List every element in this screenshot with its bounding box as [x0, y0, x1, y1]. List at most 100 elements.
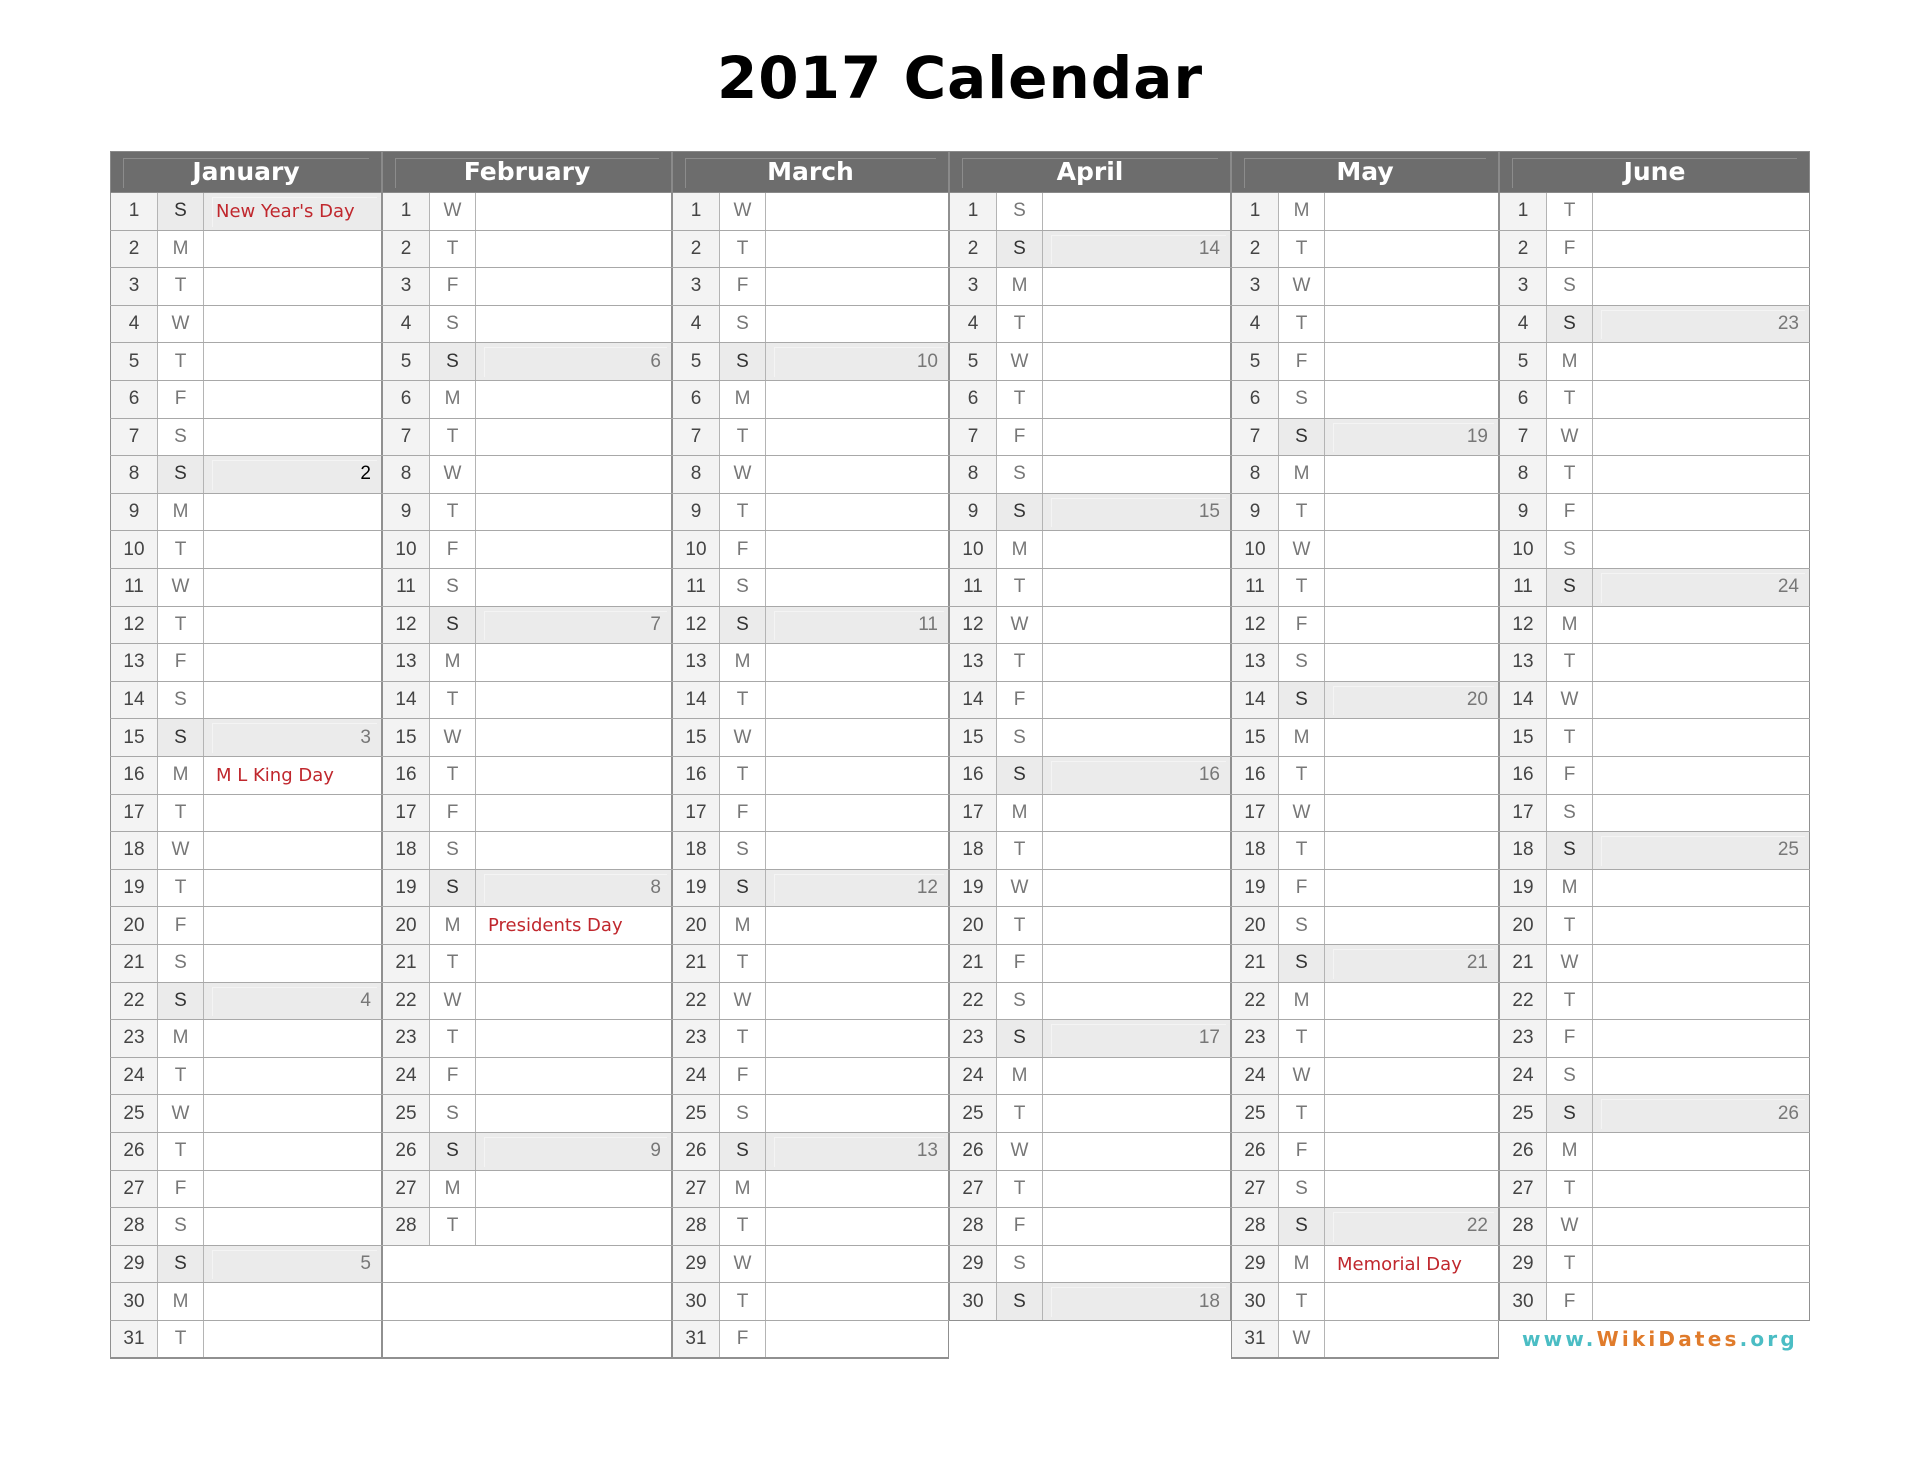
day-row[interactable]: 19 S 8	[382, 869, 672, 908]
day-note[interactable]	[476, 681, 672, 719]
day-row[interactable]: 15 W	[382, 719, 672, 757]
day-row[interactable]: 8M	[1231, 456, 1499, 494]
day-row[interactable]: 24 F	[382, 1057, 672, 1096]
day-note[interactable]	[1593, 869, 1810, 907]
day-note[interactable]: 12	[766, 869, 949, 907]
day-note[interactable]	[766, 794, 949, 832]
day-note[interactable]	[1325, 869, 1499, 907]
day-note[interactable]	[476, 982, 672, 1020]
day-note[interactable]	[766, 1057, 949, 1095]
day-note[interactable]	[1593, 794, 1810, 832]
day-note[interactable]	[766, 945, 949, 982]
day-note[interactable]	[476, 569, 672, 606]
day-row[interactable]: 6M	[382, 381, 672, 419]
day-row[interactable]: 16 F	[1499, 757, 1810, 795]
day-row[interactable]: 10 T	[110, 531, 382, 569]
day-note[interactable]	[1043, 1095, 1231, 1132]
day-note[interactable]	[204, 230, 382, 268]
day-note[interactable]	[476, 193, 672, 230]
day-note[interactable]	[1043, 832, 1231, 869]
day-row[interactable]: 8W	[672, 456, 949, 494]
day-note[interactable]	[1043, 268, 1231, 305]
day-row[interactable]: 30 M	[110, 1283, 382, 1321]
day-row[interactable]: 9T	[672, 493, 949, 532]
day-note[interactable]	[1593, 719, 1810, 756]
day-note[interactable]	[1593, 531, 1810, 568]
day-note[interactable]	[766, 982, 949, 1020]
day-note[interactable]: 21	[1325, 945, 1499, 982]
day-row[interactable]: 24 F	[672, 1057, 949, 1096]
day-note[interactable]	[1325, 606, 1499, 644]
day-note[interactable]	[204, 1057, 382, 1095]
day-row[interactable]: 5T	[110, 343, 382, 381]
day-row[interactable]: 22 S 4	[110, 982, 382, 1021]
day-row[interactable]: 9M	[110, 493, 382, 532]
day-note[interactable]	[1043, 1245, 1231, 1283]
day-note[interactable]: 13	[766, 1133, 949, 1170]
day-row[interactable]: 23 F	[1499, 1020, 1810, 1058]
day-row[interactable]: 11 W	[110, 569, 382, 607]
day-note[interactable]	[766, 569, 949, 606]
day-note[interactable]	[766, 493, 949, 531]
day-row[interactable]: 20 F	[110, 907, 382, 945]
day-row[interactable]: 15 S 3	[110, 719, 382, 757]
day-note[interactable]	[476, 794, 672, 832]
day-row[interactable]: 3S	[1499, 268, 1810, 306]
day-note[interactable]	[1325, 757, 1499, 794]
day-row[interactable]: 5M	[1499, 343, 1810, 381]
day-note[interactable]	[1043, 606, 1231, 644]
day-note[interactable]	[1325, 832, 1499, 869]
day-note[interactable]	[1325, 794, 1499, 832]
day-note[interactable]: 15	[1043, 493, 1231, 531]
day-row[interactable]: 14 F	[949, 681, 1231, 720]
day-row[interactable]: 11 T	[949, 569, 1231, 607]
day-row[interactable]: 12 S 7	[382, 606, 672, 645]
day-row[interactable]: 21 S	[110, 945, 382, 983]
day-row[interactable]: 3M	[949, 268, 1231, 306]
day-note[interactable]: 7	[476, 606, 672, 644]
day-row[interactable]: 27 M	[672, 1170, 949, 1209]
day-row[interactable]: 12 T	[110, 606, 382, 645]
day-note[interactable]	[476, 945, 672, 982]
day-row[interactable]: 12 F	[1231, 606, 1499, 645]
day-note[interactable]	[1593, 945, 1810, 982]
day-note[interactable]	[1325, 193, 1499, 230]
day-note[interactable]	[766, 531, 949, 568]
day-row[interactable]: 3T	[110, 268, 382, 306]
day-row[interactable]: 4S	[672, 305, 949, 344]
day-row[interactable]: 2F	[1499, 230, 1810, 269]
day-row[interactable]: 9F	[1499, 493, 1810, 532]
day-row[interactable]: 17 T	[110, 794, 382, 833]
day-note[interactable]	[204, 493, 382, 531]
day-note[interactable]	[1593, 1057, 1810, 1095]
day-note[interactable]	[204, 381, 382, 418]
day-note[interactable]: 16	[1043, 757, 1231, 794]
day-note[interactable]	[1593, 381, 1810, 418]
day-row[interactable]: 28 T	[672, 1208, 949, 1246]
day-row[interactable]: 25 S	[382, 1095, 672, 1133]
day-note[interactable]	[204, 644, 382, 681]
day-row[interactable]: 13 S	[1231, 644, 1499, 682]
day-row[interactable]: 1W	[672, 193, 949, 231]
day-note[interactable]	[1325, 644, 1499, 681]
day-note[interactable]	[204, 907, 382, 944]
day-note[interactable]	[1325, 305, 1499, 343]
day-note[interactable]	[766, 1321, 949, 1358]
day-row[interactable]: 28 S	[110, 1208, 382, 1246]
day-row[interactable]: 19 F	[1231, 869, 1499, 908]
day-row[interactable]: 12 S 11	[672, 606, 949, 645]
day-row[interactable]: 14 S 20	[1231, 681, 1499, 720]
day-note[interactable]: 17	[1043, 1020, 1231, 1057]
day-note[interactable]	[1043, 681, 1231, 719]
day-row[interactable]: 2M	[110, 230, 382, 269]
day-row[interactable]: 21 T	[382, 945, 672, 983]
day-note[interactable]	[1325, 268, 1499, 305]
day-note[interactable]	[1043, 343, 1231, 380]
day-row[interactable]: 5S 6	[382, 343, 672, 381]
day-row[interactable]: 13 F	[110, 644, 382, 682]
day-note[interactable]	[476, 1095, 672, 1132]
day-note[interactable]	[204, 343, 382, 380]
day-note[interactable]: 23	[1593, 305, 1810, 343]
day-note[interactable]	[766, 644, 949, 681]
day-row[interactable]: 11 S 24	[1499, 569, 1810, 607]
